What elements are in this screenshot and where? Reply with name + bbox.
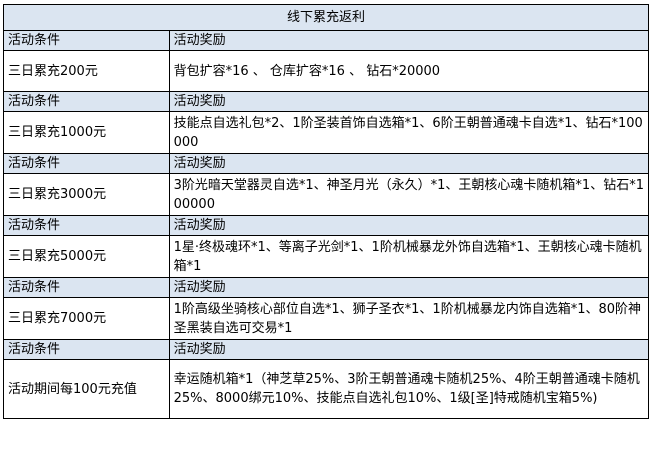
condition-header: 活动条件 xyxy=(3,30,170,51)
condition-header: 活动条件 xyxy=(3,153,170,174)
reward-header: 活动奖励 xyxy=(168,339,650,360)
header-row: 活动条件 活动奖励 xyxy=(3,30,650,51)
header-row: 活动条件 活动奖励 xyxy=(3,153,650,174)
condition-header: 活动条件 xyxy=(3,91,170,112)
reward-header: 活动奖励 xyxy=(168,215,650,236)
reward-cell: 1阶高级坐骑核心部位自选*1、狮子圣衣*1、1阶机械暴龙内饰自选箱*1、80阶神… xyxy=(168,297,650,340)
reward-cell: 3阶光暗天堂器灵自选*1、神圣月光（永久）*1、王朝核心魂卡随机箱*1、钻石*1… xyxy=(168,173,650,216)
table-row: 三日累充7000元 1阶高级坐骑核心部位自选*1、狮子圣衣*1、1阶机械暴龙内饰… xyxy=(3,297,650,340)
table-row: 三日累充200元 背包扩容*16 、 仓库扩容*16 、 钻石*20000 xyxy=(3,50,650,92)
condition-header: 活动条件 xyxy=(3,339,170,360)
condition-cell: 三日累充200元 xyxy=(3,50,170,92)
reward-cell: 幸运随机箱*1（神芝草25%、3阶王朝普通魂卡随机25%、4阶王朝普通魂卡随机2… xyxy=(168,359,650,419)
table-row: 三日累充1000元 技能点自选礼包*2、1阶圣装首饰自选箱*1、6阶王朝普通魂卡… xyxy=(3,111,650,154)
condition-cell: 三日累充3000元 xyxy=(3,173,170,216)
reward-header: 活动奖励 xyxy=(168,277,650,298)
header-row: 活动条件 活动奖励 xyxy=(3,277,650,298)
header-row: 活动条件 活动奖励 xyxy=(3,215,650,236)
condition-cell: 三日累充1000元 xyxy=(3,111,170,154)
table-row: 活动期间每100元充值 幸运随机箱*1（神芝草25%、3阶王朝普通魂卡随机25%… xyxy=(3,359,650,419)
condition-cell: 活动期间每100元充值 xyxy=(3,359,170,419)
condition-cell: 三日累充5000元 xyxy=(3,235,170,278)
reward-header: 活动奖励 xyxy=(168,30,650,51)
header-row: 活动条件 活动奖励 xyxy=(3,339,650,360)
reward-cell: 技能点自选礼包*2、1阶圣装首饰自选箱*1、6阶王朝普通魂卡自选*1、钻石*10… xyxy=(168,111,650,154)
condition-cell: 三日累充7000元 xyxy=(3,297,170,340)
table-row: 三日累充5000元 1星·终极魂环*1、等离子光剑*1、1阶机械暴龙外饰自选箱*… xyxy=(3,235,650,278)
table-row: 三日累充3000元 3阶光暗天堂器灵自选*1、神圣月光（永久）*1、王朝核心魂卡… xyxy=(3,173,650,216)
reward-cell: 1星·终极魂环*1、等离子光剑*1、1阶机械暴龙外饰自选箱*1、王朝核心魂卡随机… xyxy=(168,235,650,278)
header-row: 活动条件 活动奖励 xyxy=(3,91,650,112)
table-title: 线下累充返利 xyxy=(3,4,649,31)
condition-header: 活动条件 xyxy=(3,277,170,298)
reward-cell: 背包扩容*16 、 仓库扩容*16 、 钻石*20000 xyxy=(168,50,650,92)
reward-table: 线下累充返利 活动条件 活动奖励 三日累充200元 背包扩容*16 、 仓库扩容… xyxy=(3,4,650,419)
reward-header: 活动奖励 xyxy=(168,153,650,174)
reward-header: 活动奖励 xyxy=(168,91,650,112)
condition-header: 活动条件 xyxy=(3,215,170,236)
